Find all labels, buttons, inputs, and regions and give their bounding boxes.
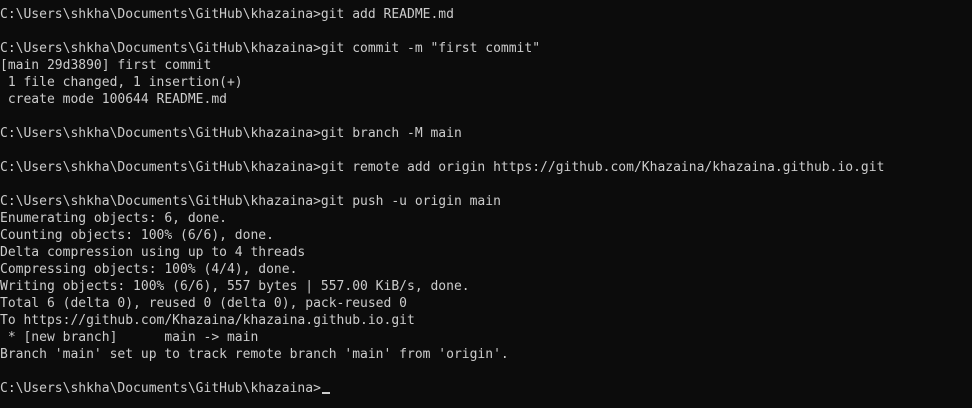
terminal-line: * [new branch] main -> main [0,330,259,345]
terminal-line: [main 29d3890] first commit [0,58,212,73]
terminal-line: C:\Users\shkha\Documents\GitHub\khazaina… [0,160,885,175]
terminal-line: Writing objects: 100% (6/6), 557 bytes |… [0,279,470,294]
command-prompt-line[interactable]: C:\Users\shkha\Documents\GitHub\khazaina… [0,380,972,397]
terminal-line: C:\Users\shkha\Documents\GitHub\khazaina… [0,41,541,56]
terminal-line: Delta compression using up to 4 threads [0,245,306,260]
terminal-line: Counting objects: 100% (6/6), done. [0,228,274,243]
terminal-line: Enumerating objects: 6, done. [0,211,227,226]
terminal-line: C:\Users\shkha\Documents\GitHub\khazaina… [0,7,454,22]
terminal-line: 1 file changed, 1 insertion(+) [0,75,243,90]
terminal-line: Total 6 (delta 0), reused 0 (delta 0), p… [0,296,407,311]
terminal-line: create mode 100644 README.md [0,92,227,107]
terminal-line: Compressing objects: 100% (4/4), done. [0,262,298,277]
cursor-caret [321,392,330,394]
terminal-window[interactable]: C:\Users\shkha\Documents\GitHub\khazaina… [0,0,972,408]
command-prompt: C:\Users\shkha\Documents\GitHub\khazaina… [0,381,321,396]
terminal-line: To https://github.com/Khazaina/khazaina.… [0,313,415,328]
terminal-line: Branch 'main' set up to track remote bra… [0,347,509,362]
terminal-line: C:\Users\shkha\Documents\GitHub\khazaina… [0,126,462,141]
terminal-line: C:\Users\shkha\Documents\GitHub\khazaina… [0,194,501,209]
